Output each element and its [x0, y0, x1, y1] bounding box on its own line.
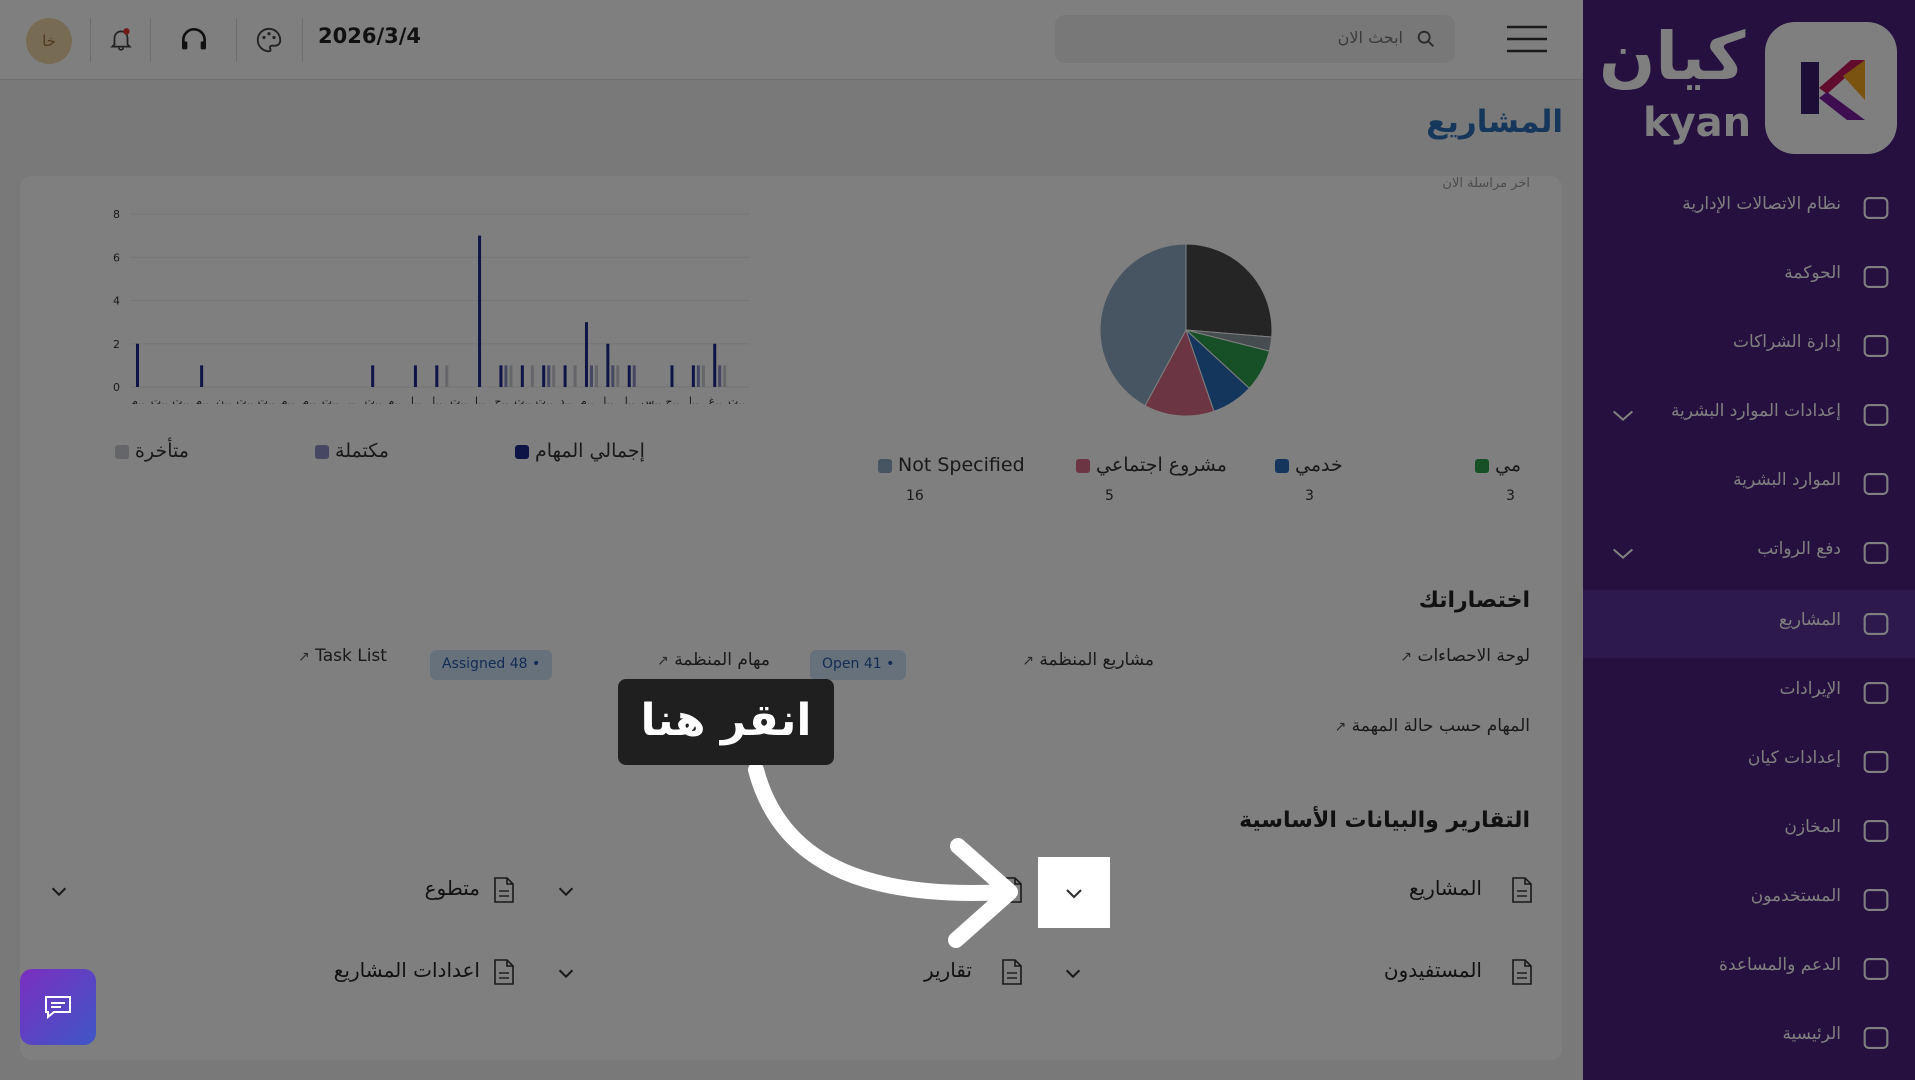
curved-arrow-pointer: [748, 762, 1018, 948]
chevron-down-icon: [1066, 889, 1082, 899]
chat-button[interactable]: [20, 969, 96, 1045]
click-here-tooltip: انقر هنا: [618, 679, 834, 765]
highlighted-dropdown-toggle[interactable]: [1038, 857, 1110, 928]
chat-icon: [45, 996, 71, 1019]
